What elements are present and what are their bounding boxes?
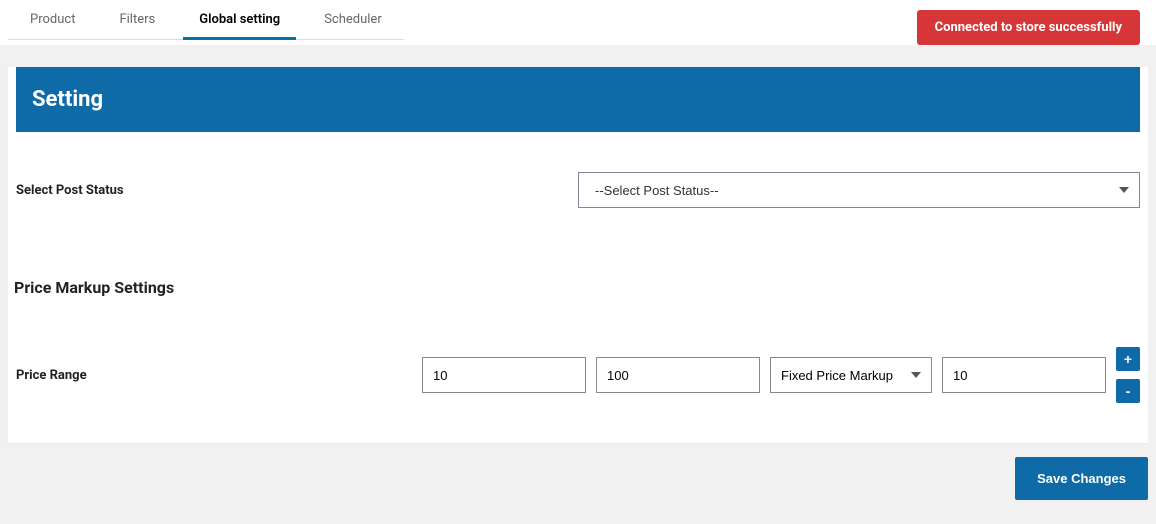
remove-range-button[interactable]: - [1116, 379, 1140, 403]
price-range-row: Price Range Fixed Price Markup + - [12, 347, 1144, 403]
tab-bar: Product Filters Global setting Scheduler [8, 0, 404, 40]
footer: Save Changes [0, 443, 1156, 514]
settings-panel: Setting Select Post Status --Select Post… [8, 67, 1148, 443]
price-range-label: Price Range [16, 368, 412, 383]
tab-product[interactable]: Product [20, 0, 85, 39]
range-buttons: + - [1116, 347, 1140, 403]
markup-type-select[interactable]: Fixed Price Markup [770, 357, 932, 393]
panel-title: Setting [16, 67, 1140, 132]
price-range-max-input[interactable] [596, 357, 760, 393]
add-range-button[interactable]: + [1116, 347, 1140, 371]
connection-status-badge: Connected to store successfully [917, 10, 1140, 45]
post-status-select[interactable]: --Select Post Status-- [578, 172, 1140, 208]
tab-scheduler[interactable]: Scheduler [314, 0, 392, 39]
tab-global-setting[interactable]: Global setting [189, 0, 290, 39]
tab-filters[interactable]: Filters [109, 0, 165, 39]
price-range-min-input[interactable] [422, 357, 586, 393]
post-status-label: Select Post Status [16, 183, 578, 198]
markup-value-input[interactable] [942, 357, 1106, 393]
price-markup-title: Price Markup Settings [12, 278, 1144, 297]
save-changes-button[interactable]: Save Changes [1015, 457, 1148, 500]
post-status-row: Select Post Status --Select Post Status-… [12, 172, 1144, 208]
